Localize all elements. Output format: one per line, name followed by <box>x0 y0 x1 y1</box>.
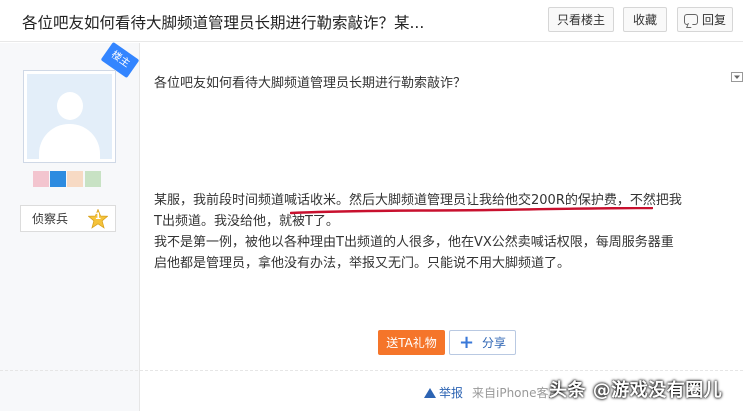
share-button[interactable]: + 分享 <box>449 330 516 355</box>
client-source: 来自iPhone客户 <box>472 386 561 400</box>
user-badges <box>33 171 103 187</box>
post-body: 某服，我前段时间频道喊话收米。然后大脚频道管理员让我给他交200R的保护费，不然… <box>154 190 729 274</box>
favorite-label: 收藏 <box>632 13 657 27</box>
only-op-button[interactable]: 只看楼主 <box>548 7 614 32</box>
post-question: 各位吧友如何看待大脚频道管理员长期进行勒索敲诈？ <box>154 76 467 91</box>
plus-icon: + <box>458 331 475 353</box>
post-line: 我不是第一例，被他以各种理由T出频道的人很多，他在VX公然卖喊话权限，每周服务器… <box>154 235 674 250</box>
report-label: 举报 <box>439 386 464 400</box>
red-underline-annotation <box>290 207 653 215</box>
avatar[interactable] <box>23 70 116 163</box>
post-header: 各位吧友如何看待大脚频道管理员长期进行勒索敲诈？某... 只看楼主 收藏 回复 <box>0 0 743 42</box>
badge-block[interactable] <box>67 171 83 187</box>
reply-button[interactable]: 回复 <box>677 7 733 32</box>
share-label: 分享 <box>482 336 507 350</box>
send-gift-button[interactable]: 送TA礼物 <box>378 330 445 355</box>
level-name: 侦察兵 <box>32 212 69 226</box>
level-number: 1 <box>94 211 102 222</box>
gift-label: 送TA礼物 <box>386 336 437 350</box>
warning-icon <box>424 387 436 398</box>
page-title: 各位吧友如何看待大脚频道管理员长期进行勒索敲诈？某... <box>22 14 425 32</box>
badge-block[interactable] <box>85 171 101 187</box>
author-sidebar: 楼主 侦察兵 1 <box>0 41 140 411</box>
badge-block[interactable] <box>33 171 49 187</box>
post-footer: 举报 来自iPhone客户 头条 @游戏没有圈儿 <box>0 370 743 411</box>
default-avatar-icon <box>27 74 112 159</box>
reply-icon <box>683 14 698 25</box>
post-line: 启他都是管理员，拿他没有办法，举报又无门。只能说不用大脚频道了。 <box>154 256 571 271</box>
reply-label: 回复 <box>701 13 726 27</box>
collapse-icon[interactable] <box>731 72 743 82</box>
watermark: 头条 @游戏没有圈儿 <box>549 380 723 401</box>
user-level-tag[interactable]: 侦察兵 1 <box>20 205 116 232</box>
level-star-icon: 1 <box>88 208 108 229</box>
badge-block[interactable] <box>50 171 66 187</box>
report-link[interactable]: 举报 <box>424 384 463 401</box>
only-op-label: 只看楼主 <box>556 13 605 27</box>
favorite-button[interactable]: 收藏 <box>623 7 667 32</box>
